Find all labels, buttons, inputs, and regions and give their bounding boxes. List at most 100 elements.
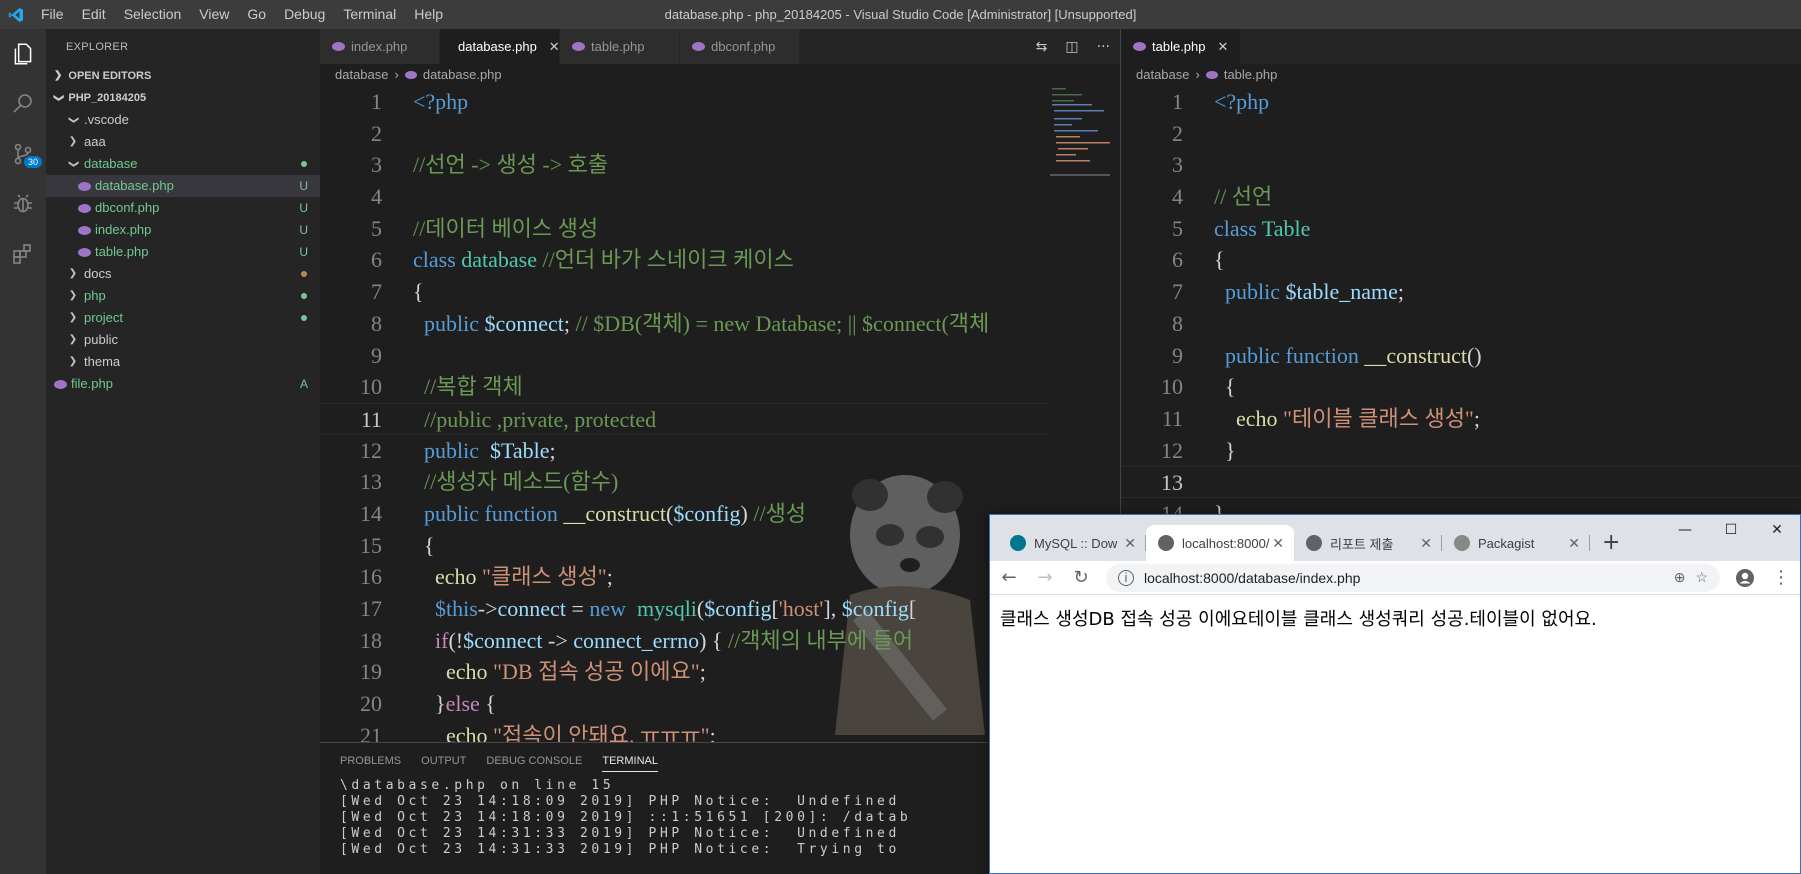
tree-folder[interactable]: ❯ project [46,307,320,329]
breadcrumb-folder[interactable]: database [1136,64,1190,86]
terminal-output[interactable]: \database.php on line 15 [Wed Oct 23 14:1… [320,778,990,858]
browser-tab[interactable]: MySQL :: Dow ✕ [998,525,1146,561]
code-line[interactable]: 15 { [320,530,1050,562]
code-line[interactable]: 7{ [320,276,1050,308]
close-tab-icon[interactable]: ✕ [549,39,560,55]
close-tab-icon[interactable]: ✕ [1420,535,1432,552]
url-text[interactable]: localhost:8000/database/index.php [1144,570,1664,586]
tree-folder[interactable]: ❯ public [46,329,320,351]
source-control-icon[interactable]: 30 [0,129,46,179]
tree-file[interactable]: table.php U [46,241,320,263]
code-line[interactable]: 13 //생성자 메소드(함수) [320,466,1050,498]
files-icon[interactable] [0,29,46,79]
address-bar[interactable]: i localhost:8000/database/index.php ⊕ ☆ [1106,563,1720,592]
compare-icon[interactable]: ⇆ [1036,39,1048,55]
code-line[interactable]: 2 [1121,118,1801,150]
panel-tab-debug-console[interactable]: DEBUG CONSOLE [486,755,582,767]
minimap[interactable] [1050,86,1110,186]
code-line[interactable]: 3 //선언 -> 생성 -> 호출 [320,149,1050,181]
zoom-icon[interactable]: ⊕ [1674,569,1686,586]
code-line[interactable]: 1 <?php [1121,86,1801,118]
code-line[interactable]: 5 //데이터 베이스 생성 [320,213,1050,245]
panel-tab-problems[interactable]: PROBLEMS [340,755,401,767]
minimize-button[interactable]: — [1662,515,1708,545]
code-line[interactable]: 17 $this->connect = new mysqli($config['… [320,593,1050,625]
tree-file[interactable]: dbconf.php U [46,197,320,219]
project-section[interactable]: ❯ PHP_20184205 [46,87,320,109]
code-line[interactable]: 10 //복합 객체 [320,371,1050,403]
close-tab-icon[interactable]: ✕ [1218,39,1229,55]
code-line[interactable]: 8 public $connect; // $DB(객체) = new Data… [320,308,1050,340]
code-line[interactable]: 21 echo "접속이 안돼요. ㅠㅠㅠ"; [320,720,1050,742]
code-line[interactable]: 20 }else { [320,688,1050,720]
code-line[interactable]: 4 // 선언 [1121,181,1801,213]
tree-folder[interactable]: ❯ database [46,153,320,175]
code-editor-main[interactable]: 1 <?php 2 3 //선언 -> 생성 -> 호출 4 5 //데이터 베이스 생성 6 c… [320,86,1050,742]
menu-edit[interactable]: Edit [73,0,115,29]
code-line[interactable]: 11 //public ,private, protected [320,402,1050,435]
breadcrumb-folder[interactable]: database [335,64,389,86]
browser-menu-icon[interactable]: ⋮ [1770,567,1792,589]
menu-help[interactable]: Help [405,0,452,29]
split-editor-icon[interactable]: ◫ [1065,39,1078,55]
code-line[interactable]: 6 class database //언더 바가 스네이크 케이스 [320,244,1050,276]
extensions-icon[interactable] [0,229,46,279]
code-line[interactable]: 5 class Table [1121,213,1801,245]
tree-folder[interactable]: ❯ php [46,285,320,307]
menu-file[interactable]: File [32,0,73,29]
tree-file[interactable]: index.php U [46,219,320,241]
browser-tab[interactable]: 리포트 제출 ✕ [1294,525,1442,561]
code-editor-right[interactable]: 1 <?php 2 3 4// 선언 5 class Table 6{7 public $ta… [1121,86,1801,514]
breadcrumb-file[interactable]: table.php [1224,64,1278,86]
menu-terminal[interactable]: Terminal [334,0,405,29]
code-line[interactable]: 8 [1121,308,1801,340]
browser-tab[interactable]: localhost:8000/✕ [1146,525,1294,561]
code-line[interactable]: 13 [1121,466,1801,498]
debug-icon[interactable] [0,179,46,229]
code-line[interactable]: 16 echo "클래스 생성"; [320,561,1050,593]
menu-view[interactable]: View [190,0,238,29]
bookmark-star-icon[interactable]: ☆ [1695,569,1708,586]
close-window-button[interactable]: ✕ [1754,515,1800,545]
panel-tab-output[interactable]: OUTPUT [421,755,466,767]
code-line[interactable]: 14} [1121,498,1801,514]
more-icon[interactable]: ··· [1097,39,1110,55]
code-line[interactable]: 10 { [1121,371,1801,403]
code-line[interactable]: 9 public function __construct() [1121,340,1801,372]
code-line[interactable]: 4 [320,181,1050,213]
search-icon[interactable] [0,79,46,129]
close-tab-icon[interactable]: ✕ [1124,535,1136,552]
code-line[interactable]: 12 public $Table; [320,435,1050,467]
back-button[interactable]: ← [998,567,1020,589]
tree-file[interactable]: database.php U [46,175,320,197]
code-line[interactable]: 3 [1121,149,1801,181]
panel-tab-terminal[interactable]: TERMINAL [602,755,658,772]
code-line[interactable]: 19 echo "DB 접속 성공 이에요"; [320,656,1050,688]
close-tab-icon[interactable]: ✕ [1568,535,1580,552]
menu-debug[interactable]: Debug [275,0,334,29]
code-line[interactable]: 1 <?php [320,86,1050,118]
close-tab-icon[interactable]: ✕ [1272,535,1284,552]
editor-tab[interactable]: database.php ✕ [440,29,560,64]
code-line[interactable]: 14 public function __construct($config) … [320,498,1050,530]
open-editors-section[interactable]: ❯ OPEN EDITORS [46,65,320,87]
code-line[interactable]: 11 echo "테이블 클래스 생성"; [1121,403,1801,435]
code-line[interactable]: 12 } [1121,435,1801,467]
new-tab-button[interactable]: + [1602,530,1620,561]
editor-tab[interactable]: index.php [320,29,440,64]
reload-button[interactable]: ↻ [1070,567,1092,589]
maximize-button[interactable]: ☐ [1708,515,1754,545]
info-icon[interactable]: i [1118,569,1134,586]
tree-folder[interactable]: ❯ docs [46,263,320,285]
forward-button[interactable]: → [1034,567,1056,589]
editor-tab[interactable]: dbconf.php [680,29,800,64]
code-line[interactable]: 9 [320,340,1050,372]
menu-selection[interactable]: Selection [115,0,191,29]
tree-file[interactable]: file.php A [46,373,320,395]
profile-avatar-icon[interactable] [1734,567,1756,589]
code-line[interactable]: 6{ [1121,244,1801,276]
code-line[interactable]: 7 public $table_name; [1121,276,1801,308]
menu-go[interactable]: Go [238,0,275,29]
browser-tab[interactable]: Packagist ✕ [1442,525,1590,561]
tree-folder[interactable]: ❯ .vscode [46,109,320,131]
